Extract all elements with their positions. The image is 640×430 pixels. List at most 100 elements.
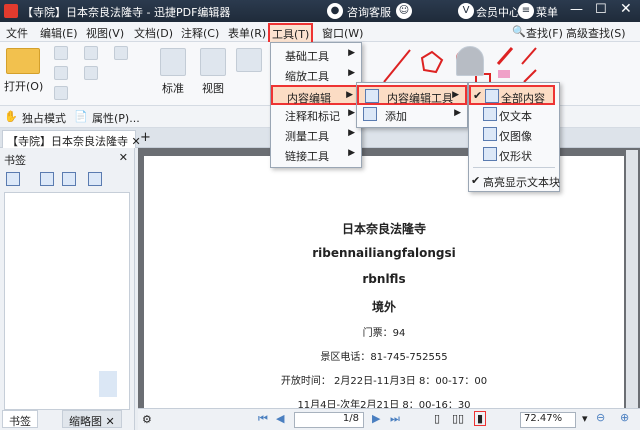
menu-form[interactable]: 表单(R) [228, 25, 266, 41]
stamp-icon[interactable] [456, 46, 484, 76]
prev-page-icon[interactable]: ◀ [276, 412, 284, 425]
new-tab-icon[interactable]: + [140, 130, 151, 145]
main-menu-link[interactable]: 菜单 [536, 4, 558, 20]
chat-icon[interactable]: ● [327, 3, 343, 19]
page-view-icon[interactable] [200, 48, 226, 76]
menu-item-label: 缩放工具 [285, 70, 329, 83]
print-icon[interactable] [54, 66, 68, 80]
tab-thumbnail[interactable]: 缩略图 ✕ [62, 410, 122, 428]
user-icon[interactable]: ☺ [396, 3, 412, 19]
gear-icon[interactable]: ⚙ [142, 413, 152, 426]
continuous-page-icon[interactable]: ▮ [474, 411, 487, 426]
tab-bookmark-label: 书签 [9, 415, 31, 428]
single-page-icon[interactable]: ▯ [434, 412, 440, 425]
next-page-icon[interactable]: ▶ [372, 412, 380, 425]
open-button[interactable]: 打开(O) [4, 78, 43, 94]
page-region: 境外 [371, 300, 396, 314]
gear-icon[interactable] [6, 172, 20, 186]
markup-tools-icons[interactable] [496, 46, 540, 86]
page-number-field[interactable]: 1/8 [294, 412, 364, 428]
menu-item-shape-only[interactable]: 仅形状 [469, 145, 559, 165]
save-icon[interactable] [54, 46, 68, 60]
menu-icon[interactable]: ≡ [518, 3, 534, 19]
consult-link[interactable]: 咨询客服 [347, 4, 391, 20]
back-icon[interactable] [114, 46, 128, 60]
chevron-right-icon: ▶ [348, 68, 355, 78]
menu-item-measure-tools[interactable]: 测量工具 ▶ [271, 125, 361, 145]
vip-icon[interactable]: V [458, 3, 474, 19]
page-hours: 开放时间： 2月22日-11月3日 8：00-17：00 [280, 376, 488, 387]
bookmark-list[interactable] [4, 192, 130, 410]
exclusive-mode-button[interactable]: 独占模式 [22, 110, 66, 126]
text-only-icon [483, 107, 497, 121]
properties-button[interactable]: 属性(P)... [92, 110, 140, 126]
menu-item-content-edit-tools[interactable]: 内容编辑工具 ▶ [357, 85, 467, 105]
zoom-out-icon[interactable]: ⊖ [596, 411, 605, 424]
menu-item-annotations[interactable]: 注释和标记 ▶ [271, 105, 361, 125]
hand-icon[interactable] [160, 48, 186, 76]
menu-item-add[interactable]: 添加 ▶ [357, 105, 467, 125]
chevron-right-icon: ▶ [348, 108, 355, 118]
tab-bookmark[interactable]: 书签 [2, 410, 38, 428]
menu-item-label: 仅文本 [499, 110, 532, 123]
menu-item-label: 测量工具 [285, 130, 329, 143]
menu-item-label: 注释和标记 [285, 110, 340, 123]
add-icon [363, 107, 377, 121]
menu-item-label: 内容编辑 [287, 92, 331, 105]
edit-tools-menu: ✔ 全部内容 仅文本 仅图像 仅形状 ✔ 高亮显示文本块 [468, 82, 560, 192]
close-icon[interactable]: ✕ [620, 1, 632, 17]
bookmark-delete-icon[interactable] [62, 172, 76, 186]
panel-close-icon[interactable]: ✕ [119, 151, 128, 164]
select-icon[interactable] [236, 48, 262, 72]
find-icon[interactable]: 🔍 [512, 25, 526, 38]
menu-item-link-tools[interactable]: 链接工具 ▶ [271, 145, 361, 165]
shape-only-icon [483, 147, 497, 161]
member-center-link[interactable]: 会员中心 [476, 4, 520, 20]
tab-thumbnail-label: 缩略图 [69, 415, 102, 428]
page-heading: 日本奈良法隆寺 [341, 222, 426, 236]
undo-icon[interactable] [84, 46, 98, 60]
find-button[interactable]: 查找(F) [526, 25, 563, 41]
advanced-find-button[interactable]: 高级查找(S) [566, 25, 626, 41]
menu-file[interactable]: 文件 [6, 25, 28, 41]
chevron-right-icon: ▶ [346, 90, 353, 100]
menu-item-content-edit[interactable]: 内容编辑 ▶ [271, 85, 361, 105]
bookmark-new-icon[interactable] [88, 172, 102, 186]
check-icon: ✔ [471, 174, 481, 187]
minimize-icon[interactable]: — [570, 2, 583, 17]
menu-item-all-content[interactable]: ✔ 全部内容 [469, 85, 555, 105]
email-icon[interactable] [54, 86, 68, 100]
menu-item-label: 高亮显示文本块 [483, 176, 560, 189]
page-abbrev: rbnlfls [362, 272, 406, 286]
menu-item-basic-tools[interactable]: 基础工具 ▶ [271, 45, 361, 65]
last-page-icon[interactable]: ⏭ [390, 412, 400, 426]
zoom-in-icon[interactable]: ⊕ [620, 411, 629, 424]
pdf-page[interactable]: 日本奈良法隆寺 ribennailiangfalongsi rbnlfls 境外… [144, 156, 624, 411]
chevron-right-icon: ▶ [348, 128, 355, 138]
menu-view[interactable]: 视图(V) [86, 25, 124, 41]
vertical-scrollbar[interactable] [626, 150, 638, 408]
menu-item-zoom-tools[interactable]: 缩放工具 ▶ [271, 65, 361, 85]
content-edit-menu: 内容编辑工具 ▶ 添加 ▶ [356, 82, 468, 128]
zoom-select[interactable]: 72.47% [520, 412, 576, 428]
menu-item-text-only[interactable]: 仅文本 [469, 105, 559, 125]
menu-document[interactable]: 文档(D) [134, 25, 173, 41]
document-viewer[interactable]: 日本奈良法隆寺 ribennailiangfalongsi rbnlfls 境外… [138, 148, 640, 411]
menu-edit[interactable]: 编辑(E) [40, 25, 78, 41]
chevron-right-icon: ▶ [454, 108, 461, 118]
menu-comment[interactable]: 注释(C) [181, 25, 219, 41]
chevron-down-icon[interactable]: ▾ [582, 412, 588, 425]
two-page-icon[interactable]: ▯▯ [452, 412, 464, 425]
menu-item-label: 添加 [385, 110, 407, 123]
folder-icon[interactable] [6, 48, 40, 74]
menu-item-highlight-text-blocks[interactable]: ✔ 高亮显示文本块 [469, 171, 560, 191]
document-tab[interactable]: 【寺院】日本奈良法隆寺 ✕ [2, 130, 141, 148]
panel-title: 书签 [4, 154, 26, 167]
maximize-icon[interactable]: ☐ [595, 2, 607, 17]
first-page-icon[interactable]: ⏮ [258, 412, 268, 426]
bookmark-add-icon[interactable] [40, 172, 54, 186]
menu-item-image-only[interactable]: 仅图像 [469, 125, 559, 145]
menu-window[interactable]: 窗口(W) [322, 25, 363, 41]
redo-icon[interactable] [84, 66, 98, 80]
all-content-icon [485, 89, 499, 103]
